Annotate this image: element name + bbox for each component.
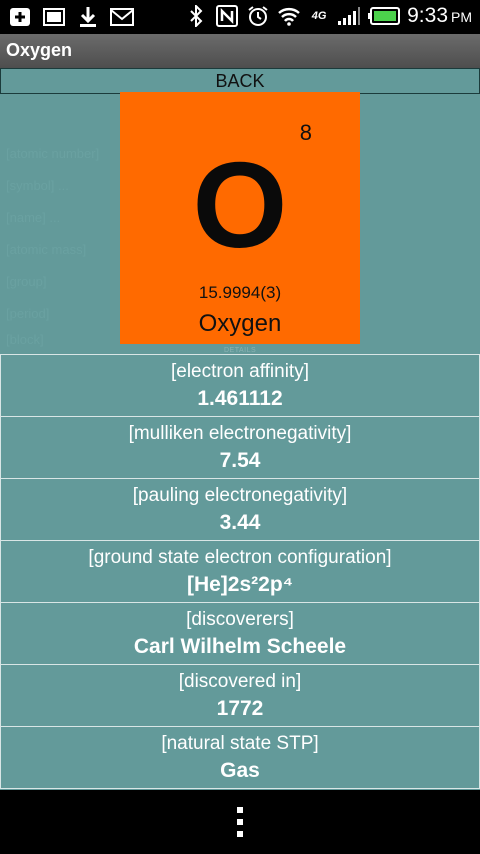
- atomic-mass: 15.9994(3): [198, 283, 282, 302]
- ghost-list-item: [atomic number]: [6, 146, 100, 161]
- property-value: 7.54: [219, 449, 261, 472]
- status-bar: 4G 9:33 PM: [0, 0, 480, 34]
- back-button[interactable]: BACK: [0, 68, 480, 94]
- properties-list: [electron affinity] 1.461112 [mulliken e…: [0, 354, 480, 789]
- property-row: [pauling electronegativity] 3.44: [0, 479, 480, 541]
- property-row: [mulliken electronegativity] 7.54: [0, 417, 480, 479]
- property-row: [natural state STP] Gas: [0, 727, 480, 789]
- property-value: 3.44: [219, 511, 261, 534]
- property-value: 1772: [216, 697, 264, 720]
- clock-time: 9:33 PM: [407, 4, 472, 27]
- element-symbol: O: [192, 137, 288, 273]
- property-row: [discovered in] 1772: [0, 665, 480, 727]
- ghost-list-item: [atomic mass]: [6, 242, 87, 257]
- property-value: Carl Wilhelm Scheele: [133, 635, 347, 658]
- element-name: Oxygen: [198, 310, 282, 337]
- ghost-list-item: [block]: [6, 332, 44, 347]
- lte-icon: 4G: [311, 10, 327, 22]
- ghost-list-item: [name] ...: [6, 210, 61, 225]
- signal-icon: [337, 4, 361, 28]
- property-label: [pauling electronegativity]: [132, 485, 348, 506]
- battery-icon: [368, 4, 401, 28]
- ghost-list-item: [period]: [6, 306, 50, 321]
- property-row: [electron affinity] 1.461112: [0, 354, 480, 417]
- ghost-list-item: [group]: [6, 274, 47, 289]
- action-bar: Oxygen: [0, 34, 480, 69]
- overflow-menu-icon[interactable]: [234, 807, 246, 837]
- bluetooth-icon: [184, 4, 208, 28]
- ghost-list-item: [symbol] ...: [6, 178, 69, 193]
- property-row: [ground state electron configuration] [H…: [0, 541, 480, 603]
- property-label: [natural state STP]: [161, 733, 319, 754]
- property-label: [ground state electron configuration]: [88, 547, 392, 568]
- add-box-icon: [8, 5, 32, 29]
- app-title: Oxygen: [6, 40, 73, 60]
- wifi-icon: [277, 4, 301, 28]
- element-detail-view: BACK [atomic number] [symbol] ... [name]…: [0, 68, 480, 790]
- property-label: [electron affinity]: [170, 361, 309, 382]
- property-row: [discoverers] Carl Wilhelm Scheele: [0, 603, 480, 665]
- property-label: [mulliken electronegativity]: [128, 423, 352, 444]
- alarm-icon: [246, 4, 270, 28]
- property-value: 1.461112: [197, 387, 283, 410]
- details-label: DETAILS: [224, 347, 257, 354]
- property-value: Gas: [220, 759, 260, 782]
- property-label: [discoverers]: [186, 609, 294, 630]
- nfc-icon: [215, 4, 239, 28]
- navigation-bar: [0, 790, 480, 854]
- gmail-icon: [110, 5, 134, 29]
- property-label: [discovered in]: [178, 671, 302, 692]
- element-tile: 8 O 15.9994(3) Oxygen: [120, 92, 360, 344]
- download-icon: [76, 5, 100, 29]
- property-value: [He]2s²2p⁴: [186, 573, 294, 596]
- gallery-icon: [42, 5, 66, 29]
